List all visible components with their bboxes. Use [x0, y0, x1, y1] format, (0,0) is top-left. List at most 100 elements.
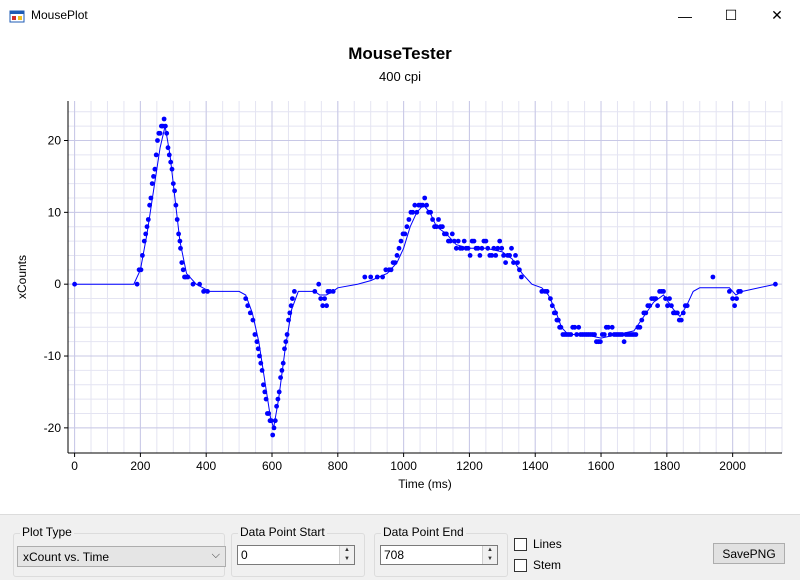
- spin-up-icon[interactable]: ▲: [483, 546, 497, 555]
- data-point: [143, 231, 149, 237]
- data-point: [734, 296, 739, 301]
- data-point: [157, 130, 163, 136]
- data-point: [205, 289, 210, 294]
- data-point: [653, 296, 659, 301]
- data-point: [290, 296, 295, 301]
- data-point: [553, 310, 558, 316]
- data-point: [374, 274, 380, 280]
- data-point: [428, 209, 433, 215]
- data-point: [263, 396, 269, 402]
- title-bar: MousePlot — ☐ ✕: [0, 0, 800, 31]
- data-point: [621, 339, 627, 345]
- save-png-button[interactable]: SavePNG: [713, 543, 785, 564]
- x-tick-label: 1400: [522, 459, 549, 473]
- data-point: [180, 267, 186, 273]
- data-point: [155, 138, 160, 143]
- data-point: [368, 274, 374, 280]
- data-point: [568, 332, 574, 337]
- data-point: [261, 382, 266, 388]
- data-point: [655, 303, 660, 309]
- data-point: [404, 224, 410, 230]
- y-tick-label: -10: [44, 349, 62, 363]
- data-point: [255, 346, 261, 352]
- x-tick-label: 200: [130, 459, 150, 473]
- data-point: [279, 368, 285, 373]
- data-point: [312, 289, 318, 294]
- data-point: [174, 217, 180, 222]
- data-point: [430, 217, 435, 222]
- x-tick-label: 600: [262, 459, 282, 473]
- data-point: [134, 281, 140, 287]
- data-point: [278, 375, 283, 380]
- data-point: [639, 317, 645, 323]
- lines-checkbox[interactable]: Lines: [514, 537, 562, 551]
- checkbox-icon[interactable]: [514, 558, 527, 572]
- chevron-down-icon: ⌵: [211, 549, 220, 561]
- data-point: [396, 245, 402, 251]
- data-point: [153, 152, 159, 158]
- data-point-end-input[interactable]: 708 ▲ ▼: [380, 545, 498, 565]
- data-point: [738, 289, 743, 294]
- data-point: [72, 281, 77, 287]
- data-point: [282, 346, 287, 352]
- data-point: [287, 310, 293, 316]
- data-point: [185, 274, 191, 280]
- x-tick-label: 1200: [456, 459, 483, 473]
- close-button[interactable]: ✕: [754, 0, 800, 31]
- spinner-arrows[interactable]: ▲ ▼: [339, 546, 354, 564]
- data-point: [145, 217, 151, 222]
- data-point: [406, 217, 412, 222]
- data-point: [148, 195, 154, 201]
- x-tick-label: 800: [328, 459, 348, 473]
- y-tick-label: 20: [48, 134, 62, 148]
- minimize-button[interactable]: —: [662, 0, 708, 31]
- data-point: [169, 166, 175, 172]
- checkbox-icon[interactable]: [514, 537, 527, 551]
- data-point: [402, 231, 408, 237]
- data-point: [479, 245, 485, 251]
- data-point: [422, 195, 428, 201]
- plot-type-group: Plot Type xCount vs. Time ⌵: [13, 525, 226, 577]
- data-point: [257, 353, 262, 359]
- window-title: MousePlot: [31, 8, 88, 22]
- data-point: [773, 281, 778, 287]
- data-point: [140, 253, 145, 258]
- data-point: [519, 274, 524, 280]
- spin-down-icon[interactable]: ▼: [340, 555, 354, 564]
- data-point: [667, 296, 672, 301]
- data-point: [414, 209, 420, 215]
- stem-checkbox[interactable]: Stem: [514, 558, 561, 572]
- data-point: [243, 296, 249, 301]
- data-point: [330, 289, 336, 294]
- data-point: [598, 339, 603, 345]
- data-point: [394, 253, 400, 258]
- data-point: [544, 289, 550, 294]
- data-point: [732, 303, 737, 309]
- data-point: [266, 411, 272, 416]
- data-point: [637, 324, 643, 330]
- maximize-button[interactable]: ☐: [708, 0, 754, 31]
- data-point: [284, 332, 290, 337]
- data-point-start-input[interactable]: 0 ▲ ▼: [237, 545, 355, 565]
- data-point: [272, 418, 278, 424]
- y-axis-label: xCounts: [15, 255, 29, 299]
- data-point: [515, 260, 520, 265]
- y-tick-label: 10: [48, 205, 62, 219]
- data-point: [179, 260, 185, 265]
- data-point-end-value: 708: [384, 548, 405, 562]
- data-point: [190, 281, 196, 287]
- chart: 0 200 400 600 800 1000 1200 1400 1600 1800 2000-20…: [15, 101, 783, 491]
- lines-label: Lines: [533, 537, 562, 551]
- data-point: [197, 281, 203, 287]
- data-point: [392, 260, 398, 265]
- spinner-arrows[interactable]: ▲ ▼: [482, 546, 497, 564]
- data-point: [388, 267, 394, 273]
- data-point: [262, 389, 268, 395]
- spin-down-icon[interactable]: ▼: [483, 555, 497, 564]
- x-tick-label: 1000: [390, 459, 417, 473]
- data-point: [141, 238, 147, 244]
- plot-type-select[interactable]: xCount vs. Time ⌵: [17, 546, 226, 567]
- data-point: [513, 253, 518, 258]
- spin-up-icon[interactable]: ▲: [340, 546, 354, 555]
- data-point: [471, 238, 477, 244]
